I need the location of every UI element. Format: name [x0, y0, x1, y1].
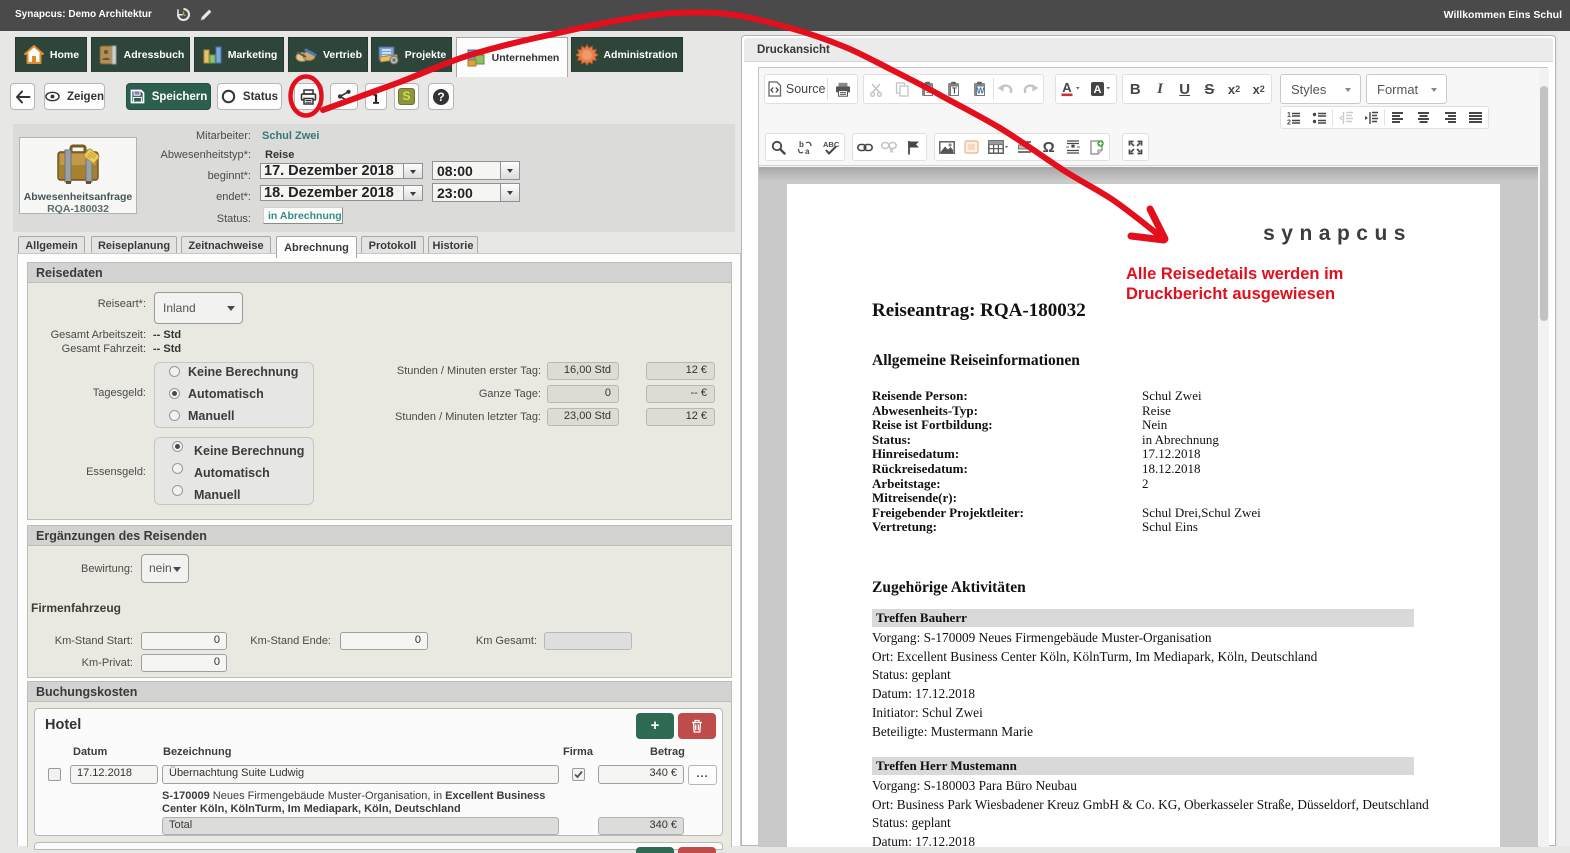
svg-text:1: 1	[1287, 112, 1291, 119]
svg-text:a: a	[805, 147, 810, 155]
svg-text:T: T	[952, 87, 957, 96]
svg-text:A: A	[1062, 80, 1072, 95]
svg-text:ABC: ABC	[823, 140, 840, 149]
svg-text:2: 2	[1287, 119, 1291, 125]
svg-text:b: b	[799, 140, 804, 149]
svg-text:A: A	[1094, 84, 1102, 96]
svg-text:W: W	[976, 87, 984, 96]
